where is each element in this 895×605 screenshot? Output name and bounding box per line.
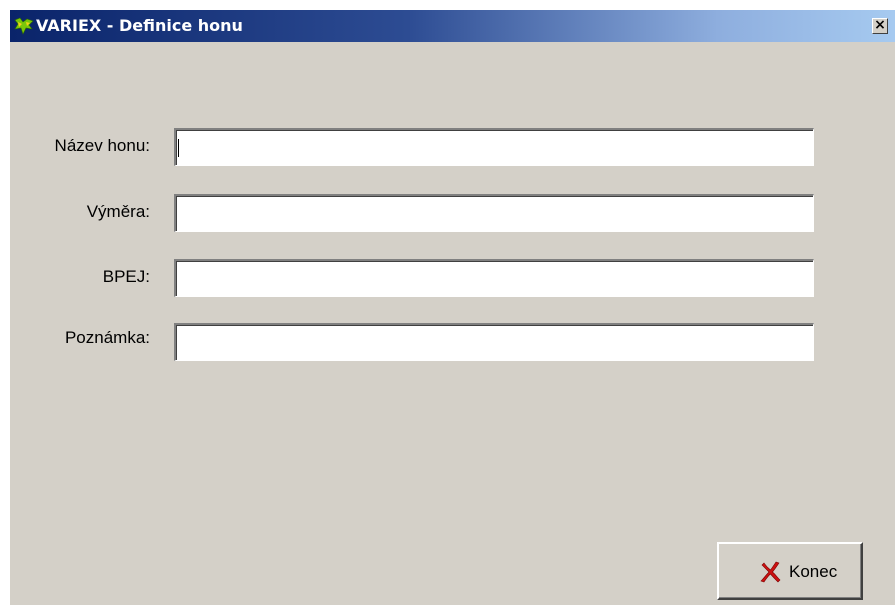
close-button[interactable]: ×	[872, 18, 888, 34]
red-x-icon	[760, 561, 781, 583]
text-caret	[178, 139, 179, 157]
bpej-input[interactable]	[174, 259, 814, 297]
close-icon: ×	[874, 17, 886, 33]
field-label-nazev-honu: Název honu:	[54, 136, 150, 155]
konec-button-label: Konec	[789, 562, 838, 581]
nazev-honu-input[interactable]	[174, 128, 814, 166]
title-bar[interactable]: VARIEX - Definice honu ×	[10, 10, 895, 42]
field-label-bpej: BPEJ:	[102, 267, 150, 286]
variex-app-icon	[14, 17, 34, 35]
poznamka-input[interactable]	[174, 323, 814, 361]
window-title: VARIEX - Definice honu	[36, 16, 243, 35]
vymera-input[interactable]	[174, 194, 814, 232]
field-label-vymera: Výměra:	[86, 202, 150, 221]
field-label-poznamka: Poznámka:	[64, 328, 150, 347]
dialog-window: VARIEX - Definice honu × Název honu: Vým…	[10, 10, 895, 605]
konec-button[interactable]: Konec	[717, 542, 863, 600]
